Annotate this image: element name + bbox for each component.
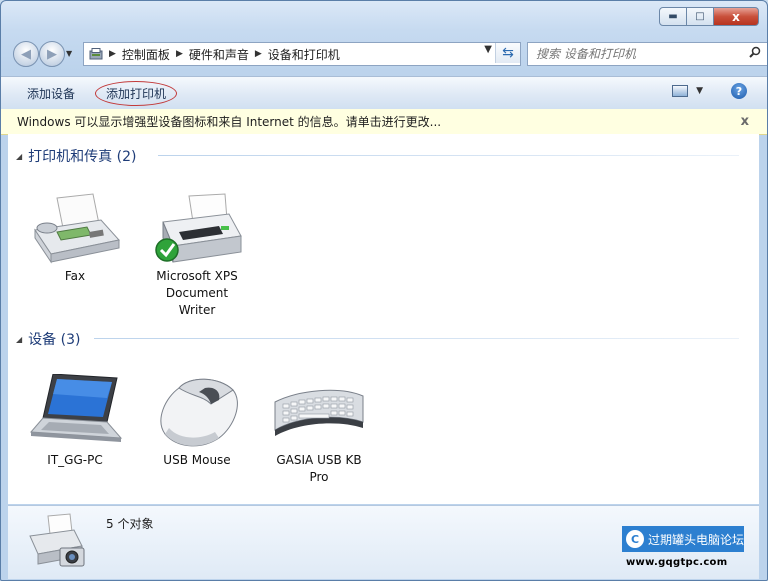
add-printer-button[interactable]: 添加打印机: [95, 81, 178, 106]
info-bar-close-icon[interactable]: x: [741, 114, 749, 129]
device-label: USB Mouse: [163, 453, 231, 467]
forward-button[interactable]: ▶: [39, 41, 65, 67]
device-item-computer[interactable]: IT_GG-PC: [25, 374, 125, 469]
maximize-button[interactable]: □: [687, 7, 714, 26]
group-title: 打印机和传真 (2): [28, 149, 137, 165]
printer-icon: [147, 190, 247, 268]
watermark-badge: C 过期罐头电脑论坛: [622, 526, 744, 552]
group-title: 设备 (3): [28, 332, 81, 348]
device-label: Fax: [64, 269, 86, 283]
device-label: GASIA USB KB Pro: [276, 453, 362, 484]
search-input[interactable]: [534, 46, 738, 62]
address-dropdown-icon[interactable]: ▼: [484, 44, 492, 55]
device-label: Microsoft XPS Document Writer: [156, 269, 238, 317]
printer-camera-icon: [26, 512, 90, 575]
group-header-printers[interactable]: ◢ 打印机和传真 (2): [16, 146, 136, 166]
breadcrumb-separator: ▶: [109, 49, 116, 59]
recent-pages-dropdown-icon[interactable]: ▼: [66, 49, 72, 58]
refresh-button[interactable]: ⇆: [495, 43, 520, 63]
add-device-button[interactable]: 添加设备: [27, 85, 75, 102]
device-item-xps-writer[interactable]: Microsoft XPS Document Writer: [147, 190, 247, 319]
fax-icon: [25, 190, 125, 268]
object-count: 5 个对象: [106, 517, 154, 531]
group-divider: [94, 338, 739, 339]
info-bar[interactable]: Windows 可以显示增强型设备图标和来自 Internet 的信息。请单击进…: [1, 109, 767, 135]
refresh-icon: ⇆: [502, 45, 514, 61]
command-bar: 添加设备 添加打印机 ▼ ?: [1, 76, 767, 110]
breadcrumb-separator: ▶: [175, 49, 183, 59]
search-box[interactable]: [527, 42, 767, 66]
address-bar[interactable]: ▶ 控制面板 ▶ 硬件和声音 ▶ 设备和打印机 ▼ ⇆: [83, 42, 521, 66]
devices-content-pane: ◢ 打印机和传真 (2) Fax Microsoft XPS Document …: [8, 134, 759, 504]
mouse-icon: [147, 374, 247, 452]
help-button[interactable]: ?: [731, 83, 747, 99]
device-item-usb-mouse[interactable]: USB Mouse: [147, 374, 247, 469]
breadcrumb-hardware-sound[interactable]: 硬件和声音: [189, 46, 249, 63]
breadcrumb-devices-printers[interactable]: 设备和打印机: [268, 46, 340, 63]
device-label: IT_GG-PC: [47, 453, 103, 467]
back-button[interactable]: ◀: [13, 41, 39, 67]
device-item-fax[interactable]: Fax: [25, 190, 125, 285]
watermark-title: 过期罐头电脑论坛: [648, 532, 745, 547]
close-button[interactable]: x: [714, 7, 759, 26]
search-icon[interactable]: [749, 46, 761, 62]
arrow-right-icon: ▶: [47, 46, 57, 62]
view-dropdown-icon[interactable]: ▼: [696, 86, 703, 96]
collapse-triangle-icon[interactable]: ◢: [16, 152, 22, 161]
change-view-icon[interactable]: [672, 85, 689, 97]
minimize-button[interactable]: ▬: [659, 7, 687, 26]
laptop-icon: [25, 374, 125, 452]
navigation-bar: ◀ ▶ ▼ ▶ 控制面板 ▶ 硬件和声音 ▶ 设备和打印机 ▼ ⇆: [9, 39, 767, 67]
watermark-logo-icon: C: [626, 530, 644, 548]
breadcrumb-separator: ▶: [254, 49, 262, 59]
device-item-keyboard[interactable]: GASIA USB KB Pro: [269, 374, 369, 486]
caption-buttons: ▬ □ x: [659, 7, 759, 26]
control-panel-icon: [89, 48, 103, 60]
breadcrumb-control-panel[interactable]: 控制面板: [122, 46, 170, 63]
keyboard-icon: [269, 374, 369, 452]
group-header-devices[interactable]: ◢ 设备 (3): [16, 329, 80, 349]
arrow-left-icon: ◀: [21, 46, 31, 62]
info-bar-text[interactable]: Windows 可以显示增强型设备图标和来自 Internet 的信息。请单击进…: [17, 113, 441, 130]
group-divider: [158, 155, 739, 156]
collapse-triangle-icon[interactable]: ◢: [16, 335, 22, 344]
view-controls: ▼ ?: [672, 83, 747, 99]
watermark-url: www.gqgtpc.com: [626, 557, 728, 568]
